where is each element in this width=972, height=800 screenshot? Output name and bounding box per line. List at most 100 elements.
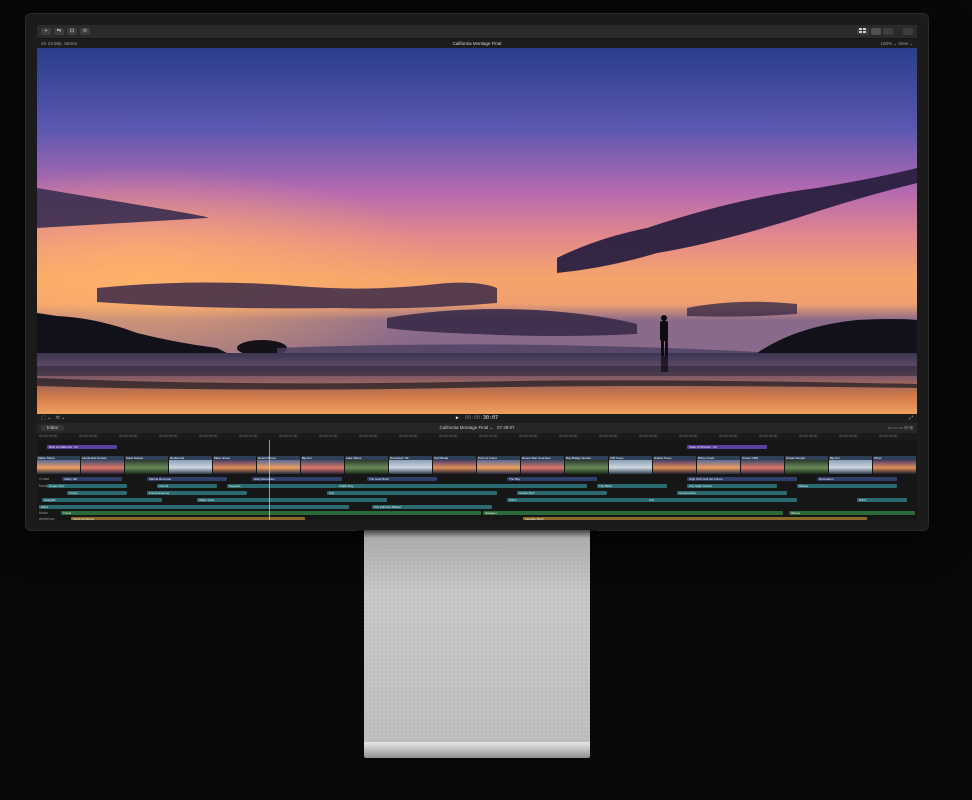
video-clip-thumbnail [433,460,476,474]
video-clip[interactable]: Valley Shore [37,456,80,474]
video-clip-thumbnail [81,460,124,474]
ruler-tick: 00:00:32:00 [679,434,698,438]
timeline-lanes: Best of California - 02 State of Wonder … [37,440,917,520]
timeline-ruler: 00:00:00:00 00:00:02:00 00:00:04:00 00:00:0… [37,433,917,440]
audio-clip[interactable]: Marina Reversal [147,477,227,481]
stand-base [364,742,590,758]
video-clip[interactable]: Bay Bridge Sunset [565,456,608,474]
ruler-tick: 00:00:26:00 [559,434,578,438]
ruler-tick: 00:00:14:00 [319,434,338,438]
lane-label: Ambience [39,517,55,520]
app-toolbar: + ⇆ ⊡ ⊙ [37,25,917,39]
audio-clip[interactable]: The Birds [597,484,667,488]
background-tasks-button[interactable]: ⊡ [67,28,77,35]
video-clip[interactable]: Big Sur [301,456,344,474]
audio-clip[interactable]: City Farmers Market [372,505,492,509]
fullscreen-icon[interactable]: ⤢ [909,414,913,423]
audio-clip[interactable]: Valley Hill [62,477,122,481]
zoom-menu[interactable]: 100% [880,41,892,46]
person-silhouette [660,315,668,372]
video-clip-thumbnail [169,460,212,474]
ruler-tick: 00:00:24:00 [519,434,538,438]
ruler-tick: 00:00:38:00 [799,434,818,438]
video-clip[interactable]: Ocean Cliffs [741,456,784,474]
video-clip[interactable]: Surf Break [433,456,476,474]
audio-clip[interactable]: Crows [67,491,127,495]
list-icon[interactable] [871,28,881,35]
audio-clip[interactable]: The Bay [507,477,597,481]
video-clip[interactable]: Pines [873,456,916,474]
playhead[interactable] [269,440,270,520]
video-clip[interactable]: Ocean Sunset [785,456,828,474]
title-clip[interactable]: Best of California - 02 [47,445,117,449]
audio-clip[interactable]: Ocean Surf [517,491,607,495]
audio-clip[interactable]: City [647,498,797,502]
grid-icon[interactable] [857,28,869,35]
video-clip[interactable]: Misty Grove [213,456,256,474]
ruler-tick: 00:00:02:00 [79,434,98,438]
audio-clip[interactable]: Early Evocation [252,477,342,481]
lane-label: Music [39,511,49,515]
video-clip[interactable]: Bixby Creek [697,456,740,474]
check-button[interactable]: ⊙ [80,28,90,35]
audio-clip[interactable]: Arts 01 [157,484,217,488]
audio-clip[interactable]: Water Loss [197,498,387,502]
video-clip[interactable]: Lands End Sunset [81,456,124,474]
ruler-tick: 00:00:10:00 [239,434,258,438]
ruler-tick: 00:00:42:00 [879,434,898,438]
audio-clip[interactable]: Swapper [483,511,783,515]
video-clip[interactable]: Hollow Trees [653,456,696,474]
video-clip-thumbnail [653,460,696,474]
audio-clip[interactable]: City [327,491,497,495]
video-clip[interactable]: Point of Arena [477,456,520,474]
ruler-tick: 00:00:30:00 [639,434,658,438]
audio-clip[interactable]: City Night Crowd [687,484,777,488]
stand-neck [364,530,590,750]
audio-clip[interactable]: Recreation [817,477,897,481]
video-clip-thumbnail [829,460,872,474]
video-clip[interactable]: Big Sur [829,456,872,474]
inspector-icon[interactable] [883,28,893,35]
video-clip[interactable]: Desert Star Overview [521,456,564,474]
video-clip[interactable]: Sand Sunset [125,456,168,474]
share-icon[interactable] [903,28,913,35]
ruler-tick: 00:00:16:00 [359,434,378,438]
audio-clip[interactable]: Seagulls [42,498,162,502]
audio-clip[interactable]: Ocean Surf [47,484,127,488]
monitor-frame: + ⇆ ⊡ ⊙ 4K 23.98p, Stereo California Mon… [26,14,928,530]
ruler-tick: 00:00:06:00 [159,434,178,438]
audio-clip[interactable]: Waves [789,511,915,515]
title-clip[interactable]: State of Wonder - 03 [687,445,767,449]
audio-clip[interactable]: The Gold Rush [367,477,437,481]
video-clip[interactable]: Lake Tahoe [345,456,388,474]
audio-clip[interactable]: Seaside Spirit [523,517,867,520]
audio-clip[interactable]: Traffic Day [337,484,587,488]
ruler-tick: 00:00:00:00 [39,434,58,438]
project-title: California Montage Final [452,41,502,46]
video-clip[interactable]: Redwoods [169,456,212,474]
audio-clip[interactable]: Seagulls [227,484,337,488]
ruler-tick: 00:00:20:00 [439,434,458,438]
video-clip[interactable]: Downtown SF [389,456,432,474]
import-button[interactable]: + [41,28,51,35]
keywords-button[interactable]: ⇆ [54,28,64,35]
video-clip-thumbnail [213,460,256,474]
sunset-beach-photo [37,48,917,414]
audio-clip[interactable]: Waves [797,484,897,488]
view-menu[interactable]: View [898,41,908,46]
audio-clip[interactable]: Wind [857,498,907,502]
video-clip-thumbnail [125,460,168,474]
timeline-tools[interactable]: ▭ ▭ ▭ ⊟ ⊞ [888,423,913,433]
audio-clip[interactable]: High Tech and the Future [687,477,797,481]
video-clip-thumbnail [257,460,300,474]
ruler-tick: 00:00:40:00 [839,434,858,438]
audio-clip[interactable]: Forest Evening [147,491,247,495]
video-clip[interactable]: Desert Bloom [257,456,300,474]
audio-clip[interactable]: Wind [39,505,349,509]
video-clip-thumbnail [345,460,388,474]
audio-clip[interactable]: Travel [61,511,481,515]
video-clip[interactable]: Cliff Trees [609,456,652,474]
audio-clip[interactable]: Construction [677,491,787,495]
video-clip-thumbnail [389,460,432,474]
timecode-display[interactable]: ▶ 00:00:30:07 [37,414,917,423]
